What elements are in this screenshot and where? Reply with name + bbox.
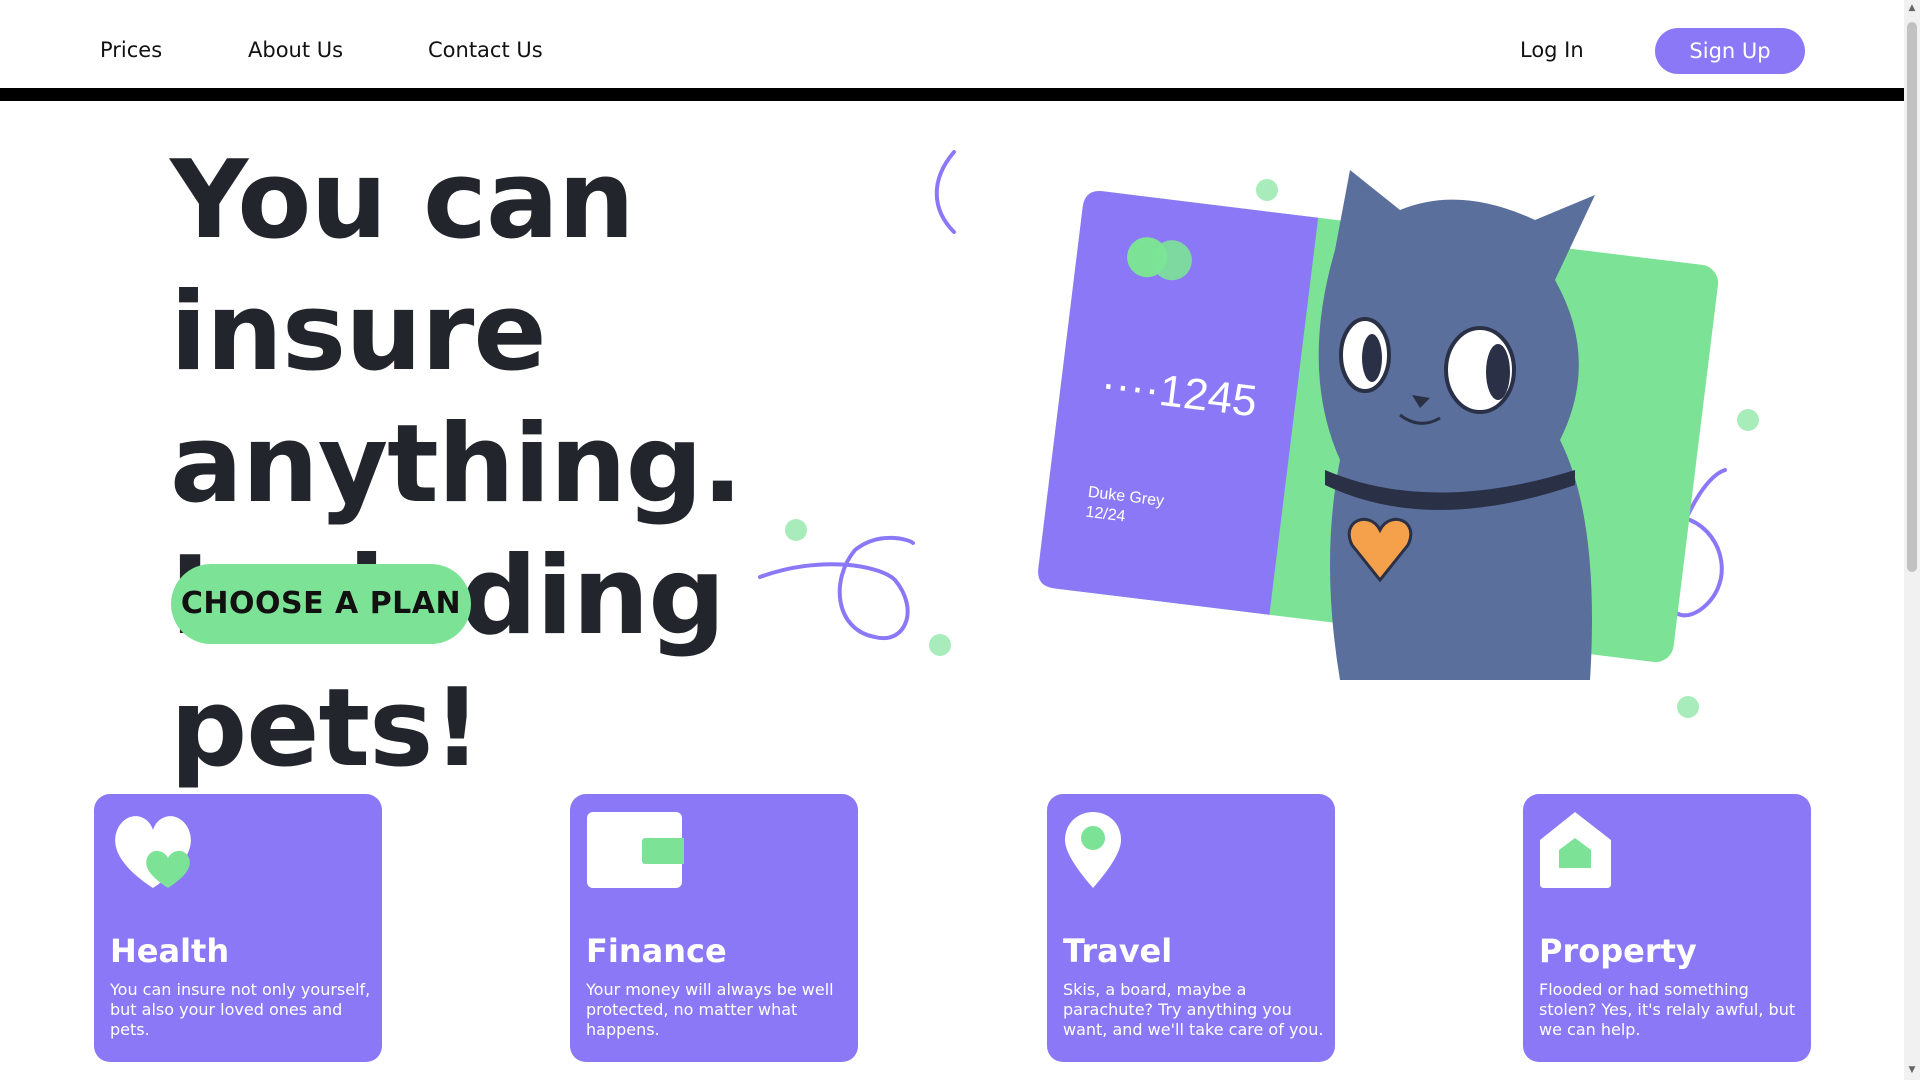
decor-dot bbox=[1256, 179, 1278, 201]
feature-title: Health bbox=[110, 932, 230, 970]
decor-dot bbox=[785, 519, 807, 541]
feature-title: Property bbox=[1539, 932, 1697, 970]
decor-dot bbox=[1737, 409, 1759, 431]
signup-button[interactable]: Sign Up bbox=[1655, 28, 1805, 74]
decor-squiggle bbox=[934, 150, 956, 234]
decor-dot bbox=[1677, 696, 1699, 718]
house-icon bbox=[1540, 812, 1611, 888]
wallet-icon bbox=[587, 812, 684, 888]
feature-card-health[interactable]: Health You can insure not only yourself,… bbox=[94, 794, 382, 1062]
choose-plan-button[interactable]: CHOOSE A PLAN bbox=[171, 564, 471, 644]
nav-divider bbox=[0, 88, 1904, 101]
top-navigation: Prices About Us Contact Us Log In Sign U… bbox=[0, 0, 1904, 88]
decor-dot bbox=[929, 634, 951, 656]
hero-illustration: ····1245 Duke Grey 12/24 bbox=[758, 150, 1759, 718]
feature-card-finance[interactable]: Finance Your money will always be well p… bbox=[570, 794, 858, 1062]
heart-icon bbox=[115, 816, 191, 888]
scroll-up-arrow-icon[interactable]: ▲ bbox=[1907, 3, 1917, 15]
scroll-down-arrow-icon[interactable]: ▼ bbox=[1907, 1065, 1917, 1077]
feature-title: Finance bbox=[586, 932, 727, 970]
feature-title: Travel bbox=[1063, 932, 1173, 970]
scrollbar-thumb[interactable] bbox=[1907, 22, 1917, 572]
nav-link-prices[interactable]: Prices bbox=[100, 38, 162, 62]
nav-link-about[interactable]: About Us bbox=[248, 38, 343, 62]
page-scrollbar[interactable]: ▲ ▼ bbox=[1904, 0, 1920, 1080]
feature-card-travel[interactable]: Travel Skis, a board, maybe a parachute?… bbox=[1047, 794, 1335, 1062]
feature-description: Skis, a board, maybe a parachute? Try an… bbox=[1063, 980, 1324, 1039]
login-link[interactable]: Log In bbox=[1520, 38, 1584, 62]
feature-description: You can insure not only yourself, but al… bbox=[110, 980, 371, 1039]
decor-squiggle bbox=[758, 535, 915, 641]
cat-illustration bbox=[1318, 170, 1595, 680]
feature-card-property[interactable]: Property Flooded or had something stolen… bbox=[1523, 794, 1811, 1062]
nav-link-contact[interactable]: Contact Us bbox=[428, 38, 543, 62]
feature-description: Your money will always be well protected… bbox=[586, 980, 834, 1039]
location-pin-icon bbox=[1065, 812, 1121, 888]
feature-description: Flooded or had something stolen? Yes, it… bbox=[1539, 980, 1796, 1039]
